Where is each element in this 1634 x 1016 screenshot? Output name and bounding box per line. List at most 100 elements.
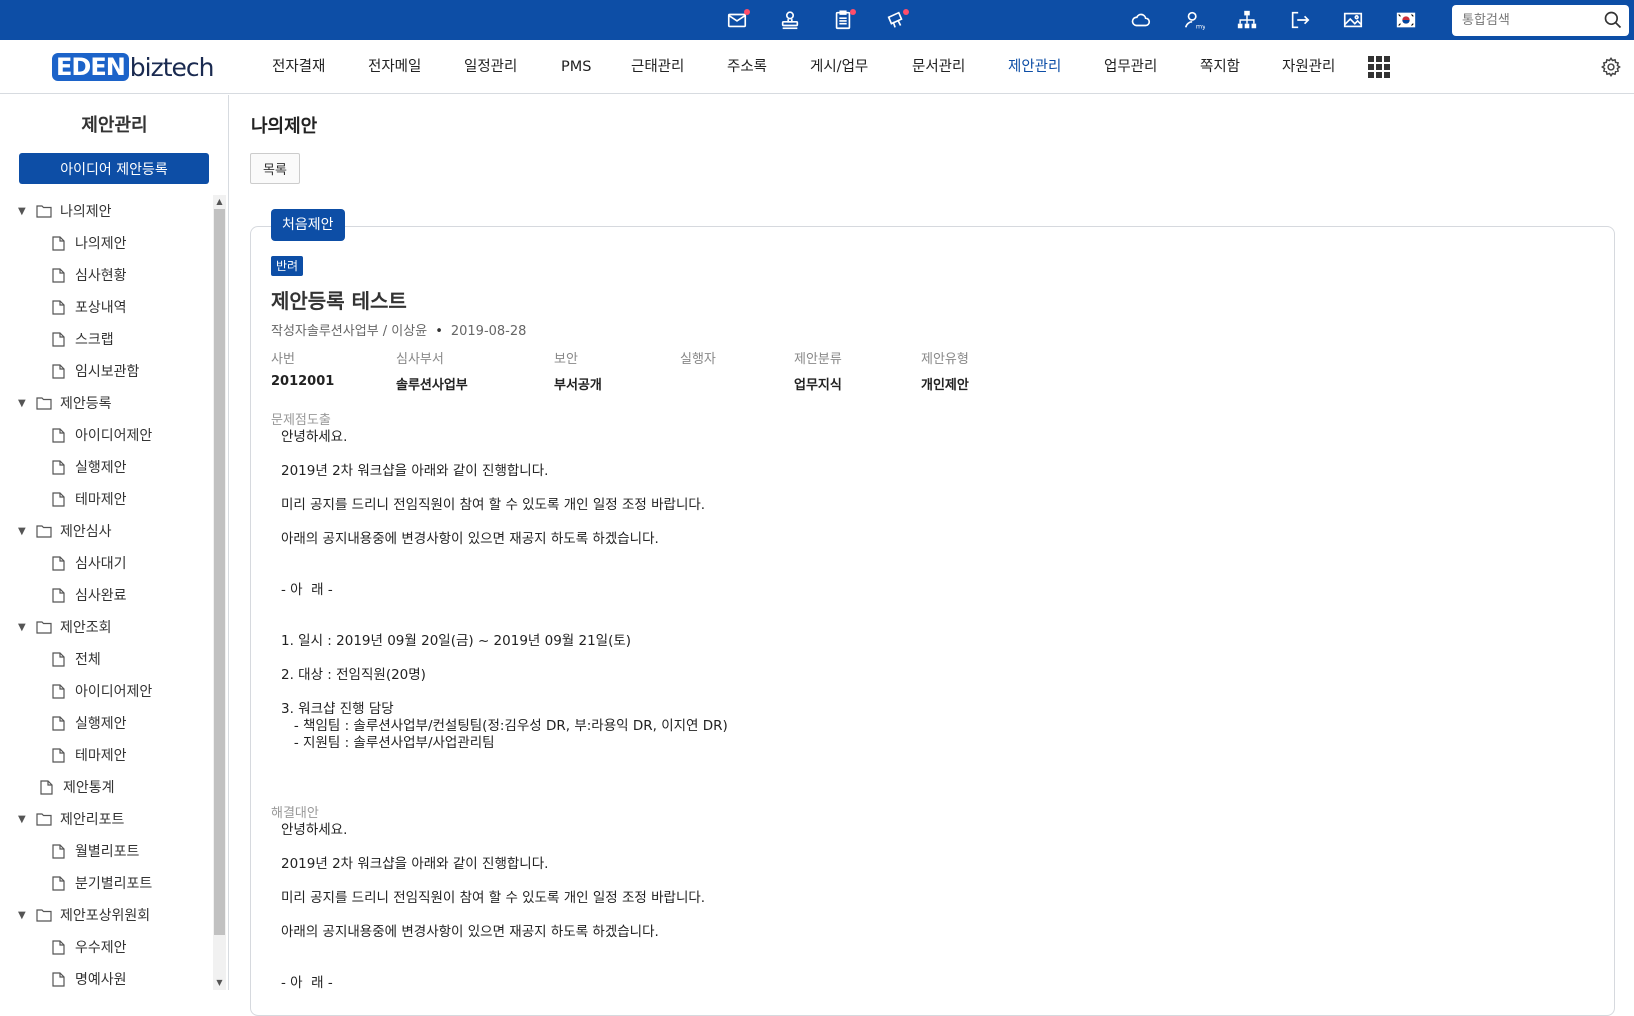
field-category: 제안분류 업무지식	[794, 348, 842, 393]
mail-icon[interactable]	[724, 8, 750, 32]
menu-documents[interactable]: 문서관리	[912, 40, 965, 94]
tab-first-proposal[interactable]: 처음제안	[271, 209, 345, 241]
logo-eden: EDEN	[52, 53, 129, 81]
logo-biztech: biztech	[129, 52, 215, 82]
sidebar-item[interactable]: 제안통계	[0, 771, 212, 803]
menu-board[interactable]: 게시/업무	[810, 40, 868, 94]
logout-icon[interactable]	[1287, 8, 1313, 32]
sidebar-item-label: 아이디어제안	[75, 428, 153, 444]
solution-line: 안녕하세요.	[281, 822, 348, 838]
sidebar-item[interactable]: 명예사원	[0, 963, 212, 990]
sidebar-item-label: 실행제안	[75, 460, 127, 476]
sidebar-item[interactable]: 전체	[0, 643, 212, 675]
gear-icon[interactable]	[1600, 56, 1622, 78]
sidebar-item-label: 분기별리포트	[75, 876, 153, 892]
apps-grid-icon[interactable]	[1368, 56, 1390, 78]
sidebar-item[interactable]: 포상내역	[0, 291, 212, 323]
caret-down-icon[interactable]: ▼	[18, 526, 28, 537]
sidebar-item-label: 나의제안	[60, 204, 112, 220]
menu-approval[interactable]: 전자결재	[272, 40, 325, 94]
sidebar-item[interactable]: 아이디어제안	[0, 675, 212, 707]
sidebar-item[interactable]: 스크랩	[0, 323, 212, 355]
solution-line: 아래의 공지내용중에 변경사항이 있으면 재공지 하도록 하겠습니다.	[281, 924, 659, 940]
sidebar-folder[interactable]: ▼ 제안심사	[0, 515, 212, 547]
search-icon[interactable]	[1603, 10, 1623, 30]
sidebar-folder[interactable]: ▼ 제안포상위원회	[0, 899, 212, 931]
document-icon	[52, 235, 65, 251]
sidebar-item-label: 제안통계	[63, 780, 115, 796]
sidebar-item-label: 실행제안	[75, 716, 127, 732]
menu-attendance[interactable]: 근태관리	[631, 40, 684, 94]
sidebar-item[interactable]: 심사현황	[0, 259, 212, 291]
problem-line: 안녕하세요.	[281, 429, 348, 445]
cloud-icon[interactable]	[1128, 8, 1154, 32]
sidebar-item[interactable]: 나의제안	[0, 227, 212, 259]
sidebar-item[interactable]: 아이디어제안	[0, 419, 212, 451]
sidebar-folder[interactable]: ▼ 제안리포트	[0, 803, 212, 835]
menu-resources[interactable]: 자원관리	[1282, 40, 1335, 94]
menu-addressbook[interactable]: 주소록	[727, 40, 767, 94]
sidebar-item[interactable]: 임시보관함	[0, 355, 212, 387]
sidebar-folder[interactable]: ▼ 제안조회	[0, 611, 212, 643]
sidebar-item[interactable]: 우수제안	[0, 931, 212, 963]
sidebar-item[interactable]: 실행제안	[0, 451, 212, 483]
scroll-down-arrow-icon[interactable]: ▼	[213, 976, 226, 990]
list-button[interactable]: 목록	[250, 153, 300, 184]
gift-icon[interactable]	[883, 8, 909, 32]
sidebar-item[interactable]: 심사대기	[0, 547, 212, 579]
solution-line: 2019년 2차 워크샵을 아래와 같이 진행합니다.	[281, 856, 549, 872]
menu-email[interactable]: 전자메일	[368, 40, 421, 94]
menu-messages[interactable]: 쪽지함	[1200, 40, 1240, 94]
search-input[interactable]	[1452, 5, 1592, 36]
scroll-thumb[interactable]	[214, 209, 225, 935]
sidebar-item[interactable]: 테마제안	[0, 483, 212, 515]
logo[interactable]: EDEN biztech	[52, 52, 215, 82]
korea-flag-icon[interactable]	[1393, 8, 1419, 32]
register-idea-button[interactable]: 아이디어 제안등록	[19, 153, 209, 184]
field-security: 보안 부서공개	[554, 348, 602, 393]
sidebar-folder[interactable]: ▼ 제안등록	[0, 387, 212, 419]
proposal-title: 제안등록 테스트	[271, 289, 407, 313]
sidebar-item[interactable]: 테마제안	[0, 739, 212, 771]
caret-down-icon[interactable]: ▼	[18, 206, 28, 217]
sidebar-item-label: 테마제안	[75, 492, 127, 508]
caret-down-icon[interactable]: ▼	[18, 622, 28, 633]
sidebar-item[interactable]: 심사완료	[0, 579, 212, 611]
document-icon	[52, 747, 65, 763]
field-label: 사번	[271, 352, 295, 367]
field-label: 제안분류	[794, 352, 842, 367]
sidebar-item[interactable]: 실행제안	[0, 707, 212, 739]
solution-line: - 아 래 -	[281, 975, 333, 991]
sidebar-item-label: 제안리포트	[60, 812, 125, 828]
problem-line: 2. 대상 : 전임직원(20명)	[281, 667, 426, 683]
page-title: 나의제안	[251, 116, 318, 137]
document-icon	[52, 683, 65, 699]
folder-icon	[36, 525, 52, 538]
proposal-date: 2019-08-28	[450, 324, 527, 339]
top-bar: my	[0, 0, 1634, 40]
document-icon	[52, 331, 65, 347]
photo-icon[interactable]	[1340, 8, 1366, 32]
my-user-icon[interactable]: my	[1181, 8, 1207, 32]
menu-schedule[interactable]: 일정관리	[464, 40, 517, 94]
approval-icon[interactable]	[777, 8, 803, 32]
menu-proposal[interactable]: 제안관리	[1008, 40, 1061, 94]
folder-icon	[36, 813, 52, 826]
caret-down-icon[interactable]: ▼	[18, 814, 28, 825]
sidebar-folder[interactable]: ▼ 나의제안	[0, 195, 212, 227]
main-nav: EDEN biztech 전자결재 전자메일 일정관리 PMS 근태관리 주소록…	[0, 40, 1634, 94]
org-chart-icon[interactable]	[1234, 8, 1260, 32]
document-icon	[52, 875, 65, 891]
scroll-up-arrow-icon[interactable]: ▲	[213, 195, 226, 209]
caret-down-icon[interactable]: ▼	[18, 910, 28, 921]
clipboard-icon[interactable]	[830, 8, 856, 32]
menu-tasks[interactable]: 업무관리	[1104, 40, 1157, 94]
problem-line: 아래의 공지내용중에 변경사항이 있으면 재공지 하도록 하겠습니다.	[281, 531, 659, 547]
menu-pms[interactable]: PMS	[561, 40, 591, 94]
sidebar-item[interactable]: 월별리포트	[0, 835, 212, 867]
caret-down-icon[interactable]: ▼	[18, 398, 28, 409]
document-icon	[52, 363, 65, 379]
sidebar-item[interactable]: 분기별리포트	[0, 867, 212, 899]
sidebar-scrollbar[interactable]: ▲ ▼	[213, 195, 226, 990]
field-type: 제안유형 개인제안	[921, 348, 969, 393]
